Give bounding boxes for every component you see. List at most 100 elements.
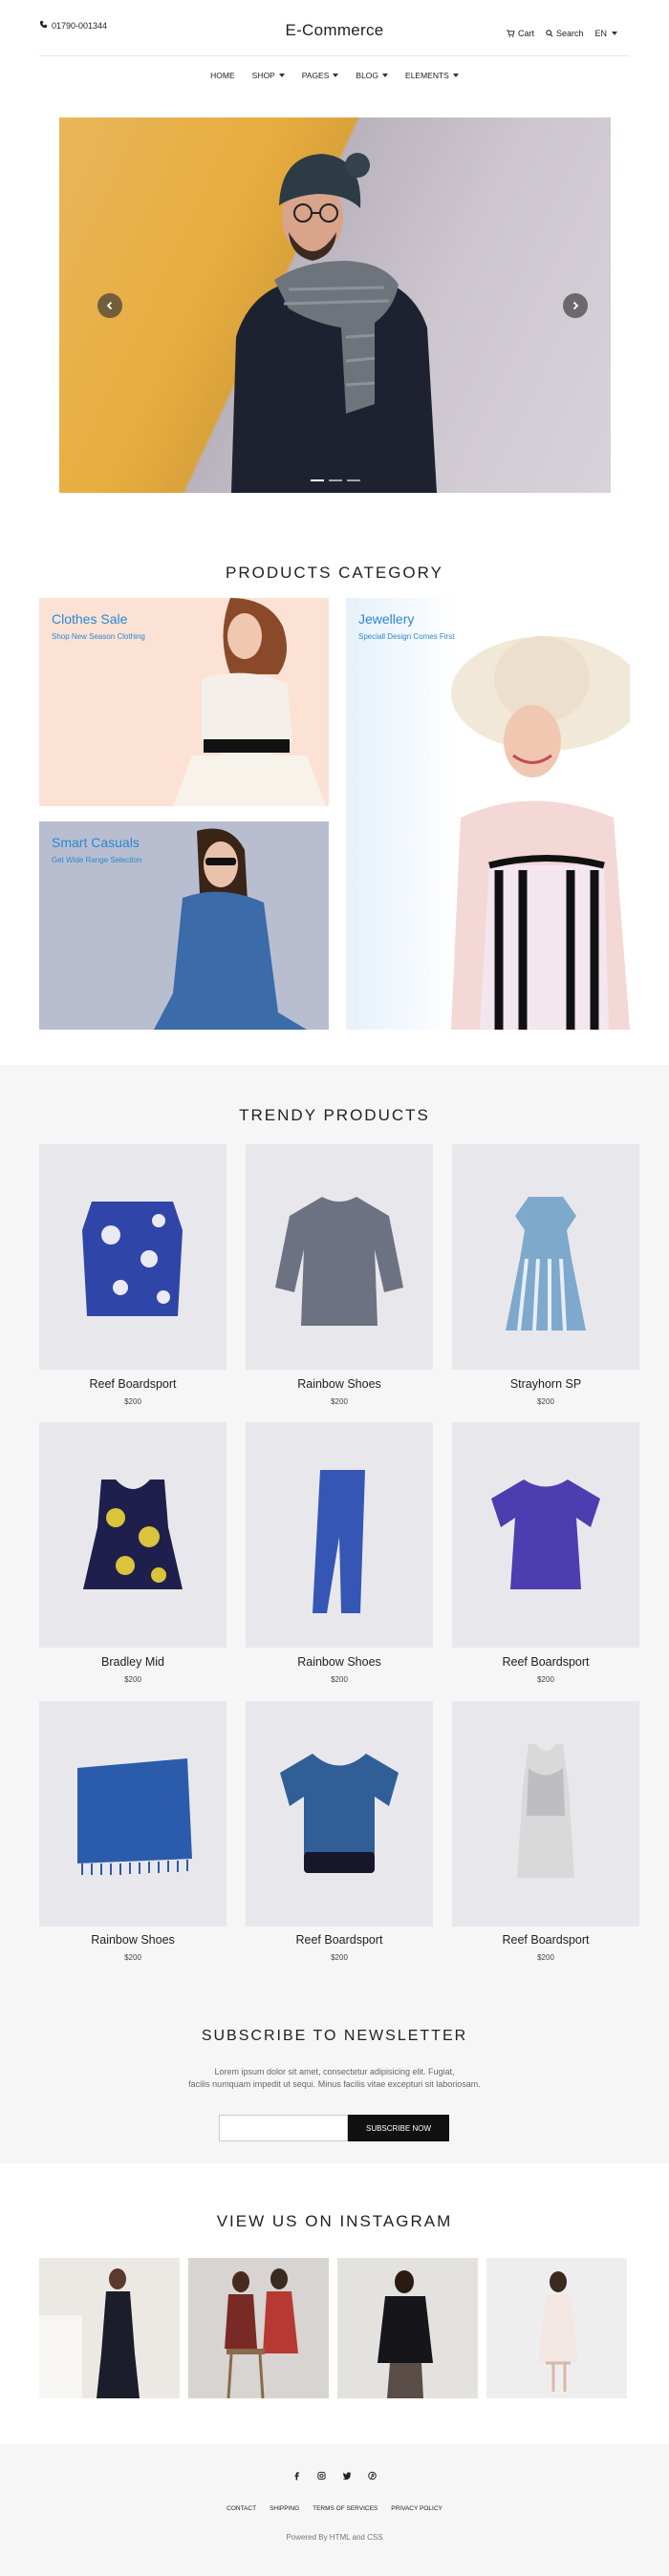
- slide-image-man-with-scarf: [231, 153, 437, 493]
- subscribe-button[interactable]: SUBSCRIBE NOW: [348, 2115, 449, 2141]
- chevron-down-icon: [452, 74, 459, 77]
- instagram-photo[interactable]: [337, 2258, 478, 2398]
- product-image[interactable]: [39, 1144, 227, 1370]
- category-card-clothes-sale[interactable]: Clothes Sale Shop New Season Clothing: [39, 598, 329, 806]
- newsletter-title: SUBSCRIBE TO NEWSLETTER: [201, 2028, 468, 2044]
- instagram-photo[interactable]: [486, 2258, 627, 2398]
- category-title: Jewellery: [358, 611, 415, 627]
- product-price: $200: [537, 1397, 554, 1406]
- product-name[interactable]: Rainbow Shoes: [246, 1655, 433, 1669]
- chevron-down-icon: [382, 74, 389, 77]
- product-price: $200: [537, 1675, 554, 1684]
- product-price: $200: [124, 1675, 141, 1684]
- product-name[interactable]: Rainbow Shoes: [246, 1377, 433, 1391]
- instagram-icon[interactable]: [317, 2471, 326, 2480]
- pinterest-icon[interactable]: [368, 2471, 377, 2480]
- product-image[interactable]: [452, 1701, 639, 1927]
- footer-links: CONTACT SHIPPING TERMS OF SERVICES PRIVA…: [0, 2505, 669, 2512]
- instagram-title: VIEW US ON INSTAGRAM: [216, 2212, 453, 2230]
- facebook-icon[interactable]: [292, 2471, 301, 2480]
- category-card-jewellery[interactable]: Jewellery Speciall Design Comes First: [346, 598, 630, 1030]
- product-price: $200: [537, 1953, 554, 1962]
- product-name[interactable]: Rainbow Shoes: [39, 1933, 227, 1947]
- newsletter-text-line2: facilis numquam impedit ut sequi. Minus …: [188, 2079, 481, 2089]
- nav-item-blog[interactable]: BLOG: [356, 71, 389, 80]
- product-price: $200: [124, 1397, 141, 1406]
- nav-label: BLOG: [356, 71, 379, 80]
- wrap-top-image: [280, 1754, 399, 1873]
- slider-next-button[interactable]: [563, 293, 588, 318]
- slider-prev-button[interactable]: [97, 293, 122, 318]
- category-subtitle: Get Wide Range Selection: [52, 856, 142, 864]
- blue-scarf-image: [77, 1758, 192, 1875]
- search-button[interactable]: Search: [546, 29, 584, 38]
- chevron-right-icon: [572, 301, 579, 310]
- footer-link-contact[interactable]: CONTACT: [227, 2505, 256, 2512]
- chevron-down-icon: [612, 32, 618, 35]
- footer-link-shipping[interactable]: SHIPPING: [270, 2505, 299, 2512]
- striped-dress-image: [506, 1197, 586, 1331]
- category-subtitle: Shop New Season Clothing: [52, 632, 145, 641]
- social-links: [0, 2471, 669, 2480]
- cart-label: Cart: [518, 29, 535, 38]
- category-card-smart-casuals[interactable]: Smart Casuals Get Wide Range Selection: [39, 821, 329, 1030]
- product-name[interactable]: Strayhorn SP: [452, 1377, 639, 1391]
- newsletter-email-input[interactable]: [219, 2115, 348, 2141]
- product-name[interactable]: Reef Boardsport: [452, 1655, 639, 1669]
- product-image[interactable]: [246, 1701, 433, 1927]
- product-name[interactable]: Bradley Mid: [39, 1655, 227, 1669]
- nav-item-home[interactable]: HOME: [210, 71, 235, 80]
- product-image[interactable]: [452, 1144, 639, 1370]
- product-name[interactable]: Reef Boardsport: [246, 1933, 433, 1947]
- footer-link-terms[interactable]: TERMS OF SERVICES: [313, 2505, 378, 2512]
- header-divider: [39, 55, 630, 56]
- cart-button[interactable]: Cart: [507, 29, 534, 38]
- product-image[interactable]: [246, 1144, 433, 1370]
- slider-dot[interactable]: [329, 479, 342, 481]
- product-price: $200: [331, 1675, 348, 1684]
- product-name[interactable]: Reef Boardsport: [39, 1377, 227, 1391]
- main-nav: HOME SHOP PAGES BLOG ELEMENTS: [0, 71, 669, 80]
- product-price: $200: [124, 1953, 141, 1962]
- instagram-image-white-dress: [538, 2271, 578, 2392]
- blue-floral-top-image: [82, 1202, 183, 1316]
- nav-item-shop[interactable]: SHOP: [252, 71, 285, 80]
- instagram-photo[interactable]: [188, 2258, 329, 2398]
- white-sequin-top-image: [517, 1744, 574, 1878]
- search-label: Search: [556, 29, 584, 38]
- product-name[interactable]: Reef Boardsport: [452, 1933, 639, 1947]
- chevron-left-icon: [106, 301, 113, 310]
- nav-item-elements[interactable]: ELEMENTS: [405, 71, 459, 80]
- product-image[interactable]: [39, 1422, 227, 1648]
- language-select[interactable]: EN: [595, 29, 618, 38]
- slider-dot[interactable]: [347, 479, 360, 481]
- slider-dots: [311, 479, 360, 481]
- category-image-woman-lace-dress: [173, 598, 326, 806]
- category-title: Clothes Sale: [52, 611, 128, 627]
- search-icon: [546, 30, 553, 37]
- category-subtitle: Speciall Design Comes First: [358, 632, 455, 641]
- nav-label: ELEMENTS: [405, 71, 449, 80]
- slider-dot[interactable]: [311, 479, 324, 481]
- product-image[interactable]: [246, 1422, 433, 1648]
- category-image-woman-sun-hat: [451, 636, 630, 1030]
- product-price: $200: [331, 1397, 348, 1406]
- product-image[interactable]: [39, 1701, 227, 1927]
- nav-item-pages[interactable]: PAGES: [302, 71, 339, 80]
- newsletter-text-line1: Lorem ipsum dolor sit amet, consectetur …: [214, 2067, 455, 2076]
- yellow-print-top-image: [83, 1480, 183, 1589]
- category-section-title: PRODUCTS CATEGORY: [226, 564, 443, 582]
- chevron-down-icon: [278, 74, 285, 77]
- footer-powered-by: Powered By HTML and CSS: [286, 2533, 383, 2542]
- chevron-down-icon: [333, 74, 339, 77]
- instagram-photo[interactable]: [39, 2258, 180, 2398]
- hero-slider[interactable]: [59, 117, 611, 493]
- language-label: EN: [594, 29, 608, 38]
- blue-trousers-image: [313, 1470, 365, 1613]
- nav-label: PAGES: [301, 71, 330, 80]
- category-title: Smart Casuals: [52, 835, 140, 850]
- instagram-image-two-women: [225, 2268, 298, 2398]
- twitter-icon[interactable]: [342, 2471, 352, 2480]
- product-image[interactable]: [452, 1422, 639, 1648]
- footer-link-privacy[interactable]: PRIVACY POLICY: [391, 2505, 442, 2512]
